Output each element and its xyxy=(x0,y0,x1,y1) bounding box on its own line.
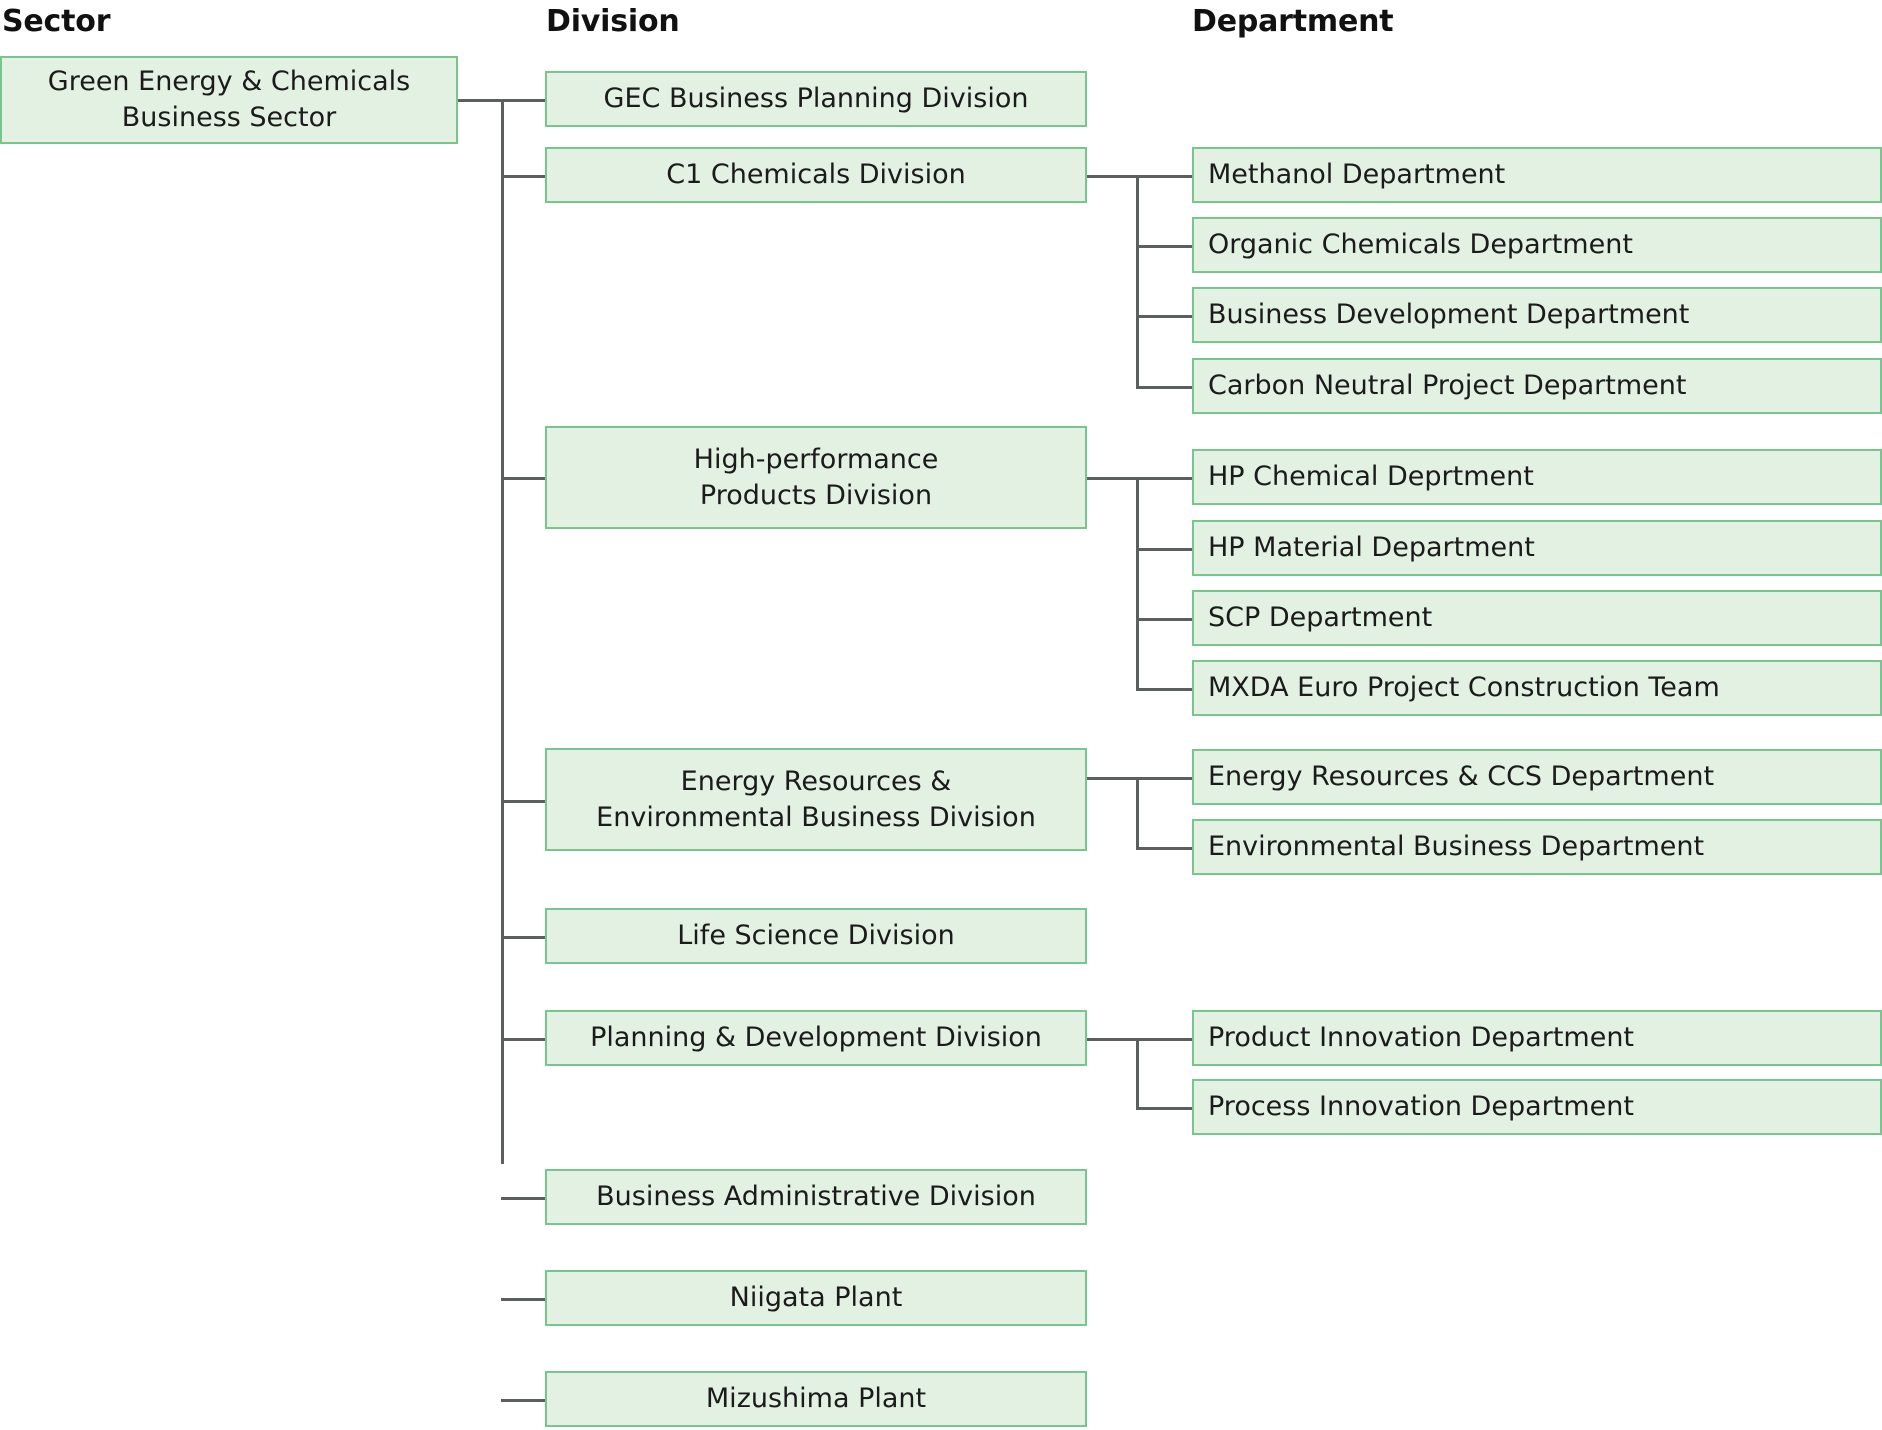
column-header-sector: Sector xyxy=(2,4,111,39)
division-node-label: Mizushima Plant xyxy=(705,1383,927,1414)
division-node-label: GEC Business Planning Division xyxy=(603,83,1029,114)
department-node-label: Environmental Business Department xyxy=(1208,831,1705,862)
connector-division-stub xyxy=(501,1298,547,1301)
department-node-label: Methanol Department xyxy=(1208,159,1506,190)
connector-division-stub xyxy=(501,1399,547,1402)
connector-division-stub xyxy=(501,936,547,939)
connector-department-stub xyxy=(1136,1107,1194,1110)
department-node-hp-material[interactable]: HP Material Department xyxy=(1192,520,1882,576)
connector-department-trunk xyxy=(1136,175,1139,386)
connector-department-stub xyxy=(1136,548,1194,551)
department-node-organic-chemicals[interactable]: Organic Chemicals Department xyxy=(1192,217,1882,273)
division-node-label: Niigata Plant xyxy=(729,1282,903,1313)
department-node-methanol[interactable]: Methanol Department xyxy=(1192,147,1882,203)
connector-department-lead xyxy=(1087,477,1139,480)
department-node-label: Organic Chemicals Department xyxy=(1208,229,1633,260)
division-node-label: Life Science Division xyxy=(677,920,955,951)
connector-department-stub xyxy=(1136,847,1194,850)
connector-department-stub xyxy=(1136,618,1194,621)
department-node-environmental-business[interactable]: Environmental Business Department xyxy=(1192,819,1882,875)
division-node-line1: High-performance xyxy=(693,443,939,475)
division-node-planning-development[interactable]: Planning & Development Division xyxy=(545,1010,1087,1066)
connector-department-trunk xyxy=(1136,1038,1139,1108)
department-node-hp-chemical[interactable]: HP Chemical Deprtment xyxy=(1192,449,1882,505)
sector-node-label: Green Energy & Chemicals Business Sector xyxy=(2,64,456,136)
connector-department-stub xyxy=(1136,175,1194,178)
column-header-division: Division xyxy=(546,4,680,39)
connector-department-lead xyxy=(1087,1038,1139,1041)
connector-division-stub xyxy=(501,1038,547,1041)
connector-department-lead xyxy=(1087,175,1139,178)
connector-department-stub xyxy=(1136,386,1194,389)
connector-sector-stub xyxy=(458,99,504,102)
division-node-gec-business-planning[interactable]: GEC Business Planning Division xyxy=(545,71,1087,127)
division-node-line2: Environmental Business Division xyxy=(596,801,1036,833)
department-node-label: Energy Resources & CCS Department xyxy=(1208,761,1715,792)
department-node-label: Process Innovation Department xyxy=(1208,1091,1634,1122)
department-node-label: Carbon Neutral Project Department xyxy=(1208,370,1687,401)
division-node-line2: Products Division xyxy=(699,479,933,511)
sector-node-line2: Business Sector xyxy=(121,102,337,133)
division-node-niigata-plant[interactable]: Niigata Plant xyxy=(545,1270,1087,1326)
division-node-label: C1 Chemicals Division xyxy=(666,159,966,190)
division-node-line1: Energy Resources & xyxy=(680,765,952,797)
department-node-carbon-neutral-project[interactable]: Carbon Neutral Project Department xyxy=(1192,358,1882,414)
division-node-c1-chemicals[interactable]: C1 Chemicals Division xyxy=(545,147,1087,203)
department-node-label: HP Material Department xyxy=(1208,532,1535,563)
division-node-mizushima-plant[interactable]: Mizushima Plant xyxy=(545,1371,1087,1427)
connector-department-stub xyxy=(1136,315,1194,318)
division-node-high-performance-products[interactable]: High-performance Products Division xyxy=(545,426,1087,529)
department-node-business-development[interactable]: Business Development Department xyxy=(1192,287,1882,343)
org-chart: Sector Division Department Green Energy … xyxy=(0,0,1882,1430)
connector-department-trunk xyxy=(1136,777,1139,848)
department-node-label: HP Chemical Deprtment xyxy=(1208,461,1534,492)
division-node-energy-resources-environmental-business[interactable]: Energy Resources & Environmental Busines… xyxy=(545,748,1087,851)
department-node-energy-resources-ccs[interactable]: Energy Resources & CCS Department xyxy=(1192,749,1882,805)
division-node-life-science[interactable]: Life Science Division xyxy=(545,908,1087,964)
department-node-product-innovation[interactable]: Product Innovation Department xyxy=(1192,1010,1882,1066)
division-node-label: Business Administrative Division xyxy=(596,1181,1036,1212)
connector-department-trunk xyxy=(1136,477,1139,689)
connector-division-trunk xyxy=(501,99,504,1164)
sector-node-line1: Green Energy & Chemicals xyxy=(47,66,411,97)
department-node-mxda-euro-project-construction-team[interactable]: MXDA Euro Project Construction Team xyxy=(1192,660,1882,716)
department-node-label: Business Development Department xyxy=(1208,299,1690,330)
connector-division-stub xyxy=(501,99,547,102)
connector-division-stub xyxy=(501,800,547,803)
connector-department-stub xyxy=(1136,477,1194,480)
division-node-label: Planning & Development Division xyxy=(590,1022,1042,1053)
division-node-business-administrative[interactable]: Business Administrative Division xyxy=(545,1169,1087,1225)
sector-node-green-energy-chemicals[interactable]: Green Energy & Chemicals Business Sector xyxy=(0,56,458,144)
department-node-label: SCP Department xyxy=(1208,602,1433,633)
connector-department-lead xyxy=(1087,777,1139,780)
connector-division-stub xyxy=(501,1197,547,1200)
connector-department-stub xyxy=(1136,777,1194,780)
department-node-process-innovation[interactable]: Process Innovation Department xyxy=(1192,1079,1882,1135)
department-node-label: Product Innovation Department xyxy=(1208,1022,1635,1053)
department-node-scp[interactable]: SCP Department xyxy=(1192,590,1882,646)
connector-department-stub xyxy=(1136,245,1194,248)
connector-department-stub xyxy=(1136,1038,1194,1041)
connector-division-stub xyxy=(501,477,547,480)
connector-division-stub xyxy=(501,175,547,178)
department-node-label: MXDA Euro Project Construction Team xyxy=(1208,672,1720,703)
column-header-department: Department xyxy=(1192,4,1394,39)
division-node-label: Energy Resources & Environmental Busines… xyxy=(547,764,1085,836)
division-node-label: High-performance Products Division xyxy=(547,442,1085,514)
connector-department-stub xyxy=(1136,688,1194,691)
